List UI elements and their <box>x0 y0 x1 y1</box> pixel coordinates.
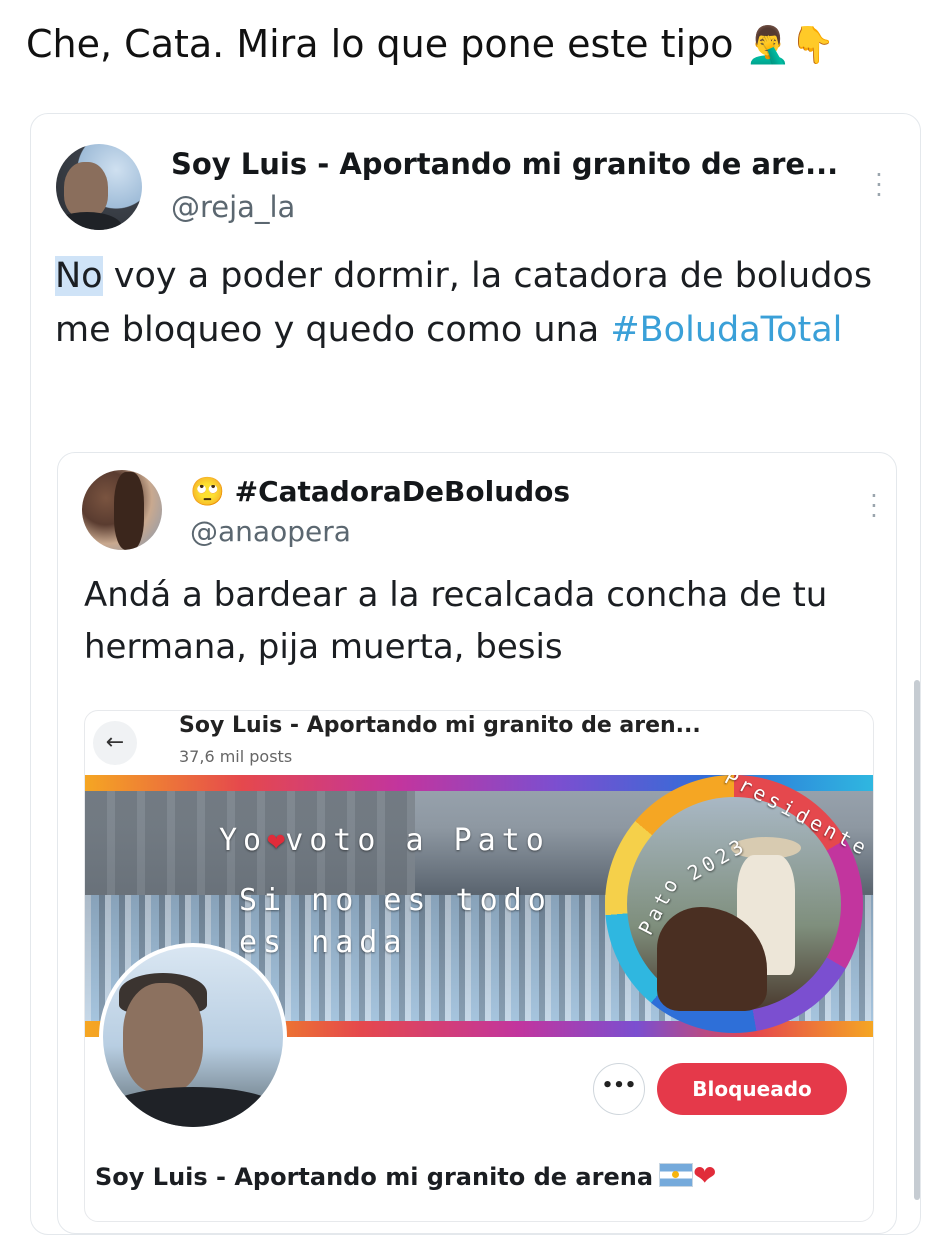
scrollbar[interactable] <box>914 680 920 1200</box>
profile-display-name: Soy Luis - Aportando mi granito de arena… <box>95 1159 717 1192</box>
hashtag-link[interactable]: #BoludaTotal <box>610 310 842 350</box>
heart-icon: ❤ <box>267 823 286 858</box>
quoted-name-text: #CatadoraDeBoludos <box>234 475 571 508</box>
tweet-text: No voy a poder dormir, la catadora de bo… <box>55 249 875 357</box>
blocked-button: Bloqueado <box>657 1063 847 1115</box>
profile-avatar-shirt <box>103 1087 283 1127</box>
outer-tweet-card[interactable]: Soy Luis - Aportando mi granito de are..… <box>30 113 921 1235</box>
highlighted-word: No <box>55 256 103 296</box>
more-vertical-icon[interactable]: · · · <box>869 163 889 207</box>
profile-avatar-face <box>123 983 203 1093</box>
rolling-eyes-emoji-icon: 🙄 <box>190 475 225 508</box>
red-heart-icon: ❤ <box>693 1159 717 1192</box>
avatar[interactable] <box>56 144 142 230</box>
banner-line-1-left: Yo <box>219 823 268 858</box>
banner-line-3: es nada <box>239 925 408 960</box>
quoted-display-name[interactable]: 🙄 #CatadoraDeBoludos <box>190 475 570 508</box>
embedded-profile-title: Soy Luis - Aportando mi granito de aren.… <box>179 713 701 738</box>
more-vertical-icon[interactable]: · · · <box>864 484 884 528</box>
caption: Che, Cata. Mira lo que pone este tipo 🤦‍… <box>26 20 835 70</box>
user-handle[interactable]: @reja_la <box>171 190 295 224</box>
display-name[interactable]: Soy Luis - Aportando mi granito de are..… <box>171 147 838 181</box>
arrow-left-icon[interactable]: ← <box>93 721 137 765</box>
pointing-down-emoji-icon: 👇 <box>790 25 836 66</box>
profile-more-button: ••• <box>593 1063 645 1115</box>
campaign-ring: Presidente Pato 2023 <box>605 775 873 1033</box>
avatar-hair <box>114 472 144 550</box>
caption-text: Che, Cata. Mira lo que pone este tipo <box>26 22 734 66</box>
banner-line-2: Si no es todo <box>239 883 552 918</box>
avatar-shirt <box>56 212 122 230</box>
banner-line-1-right: voto a Pato <box>285 823 550 858</box>
profile-name-text: Soy Luis - Aportando mi granito de arena <box>95 1163 654 1191</box>
facepalm-emoji-icon: 🤦‍♂️ <box>745 25 791 66</box>
quoted-user-handle[interactable]: @anaopera <box>190 515 351 548</box>
profile-avatar <box>99 943 287 1131</box>
embedded-profile-screenshot: ← Soy Luis - Aportando mi granito de are… <box>84 710 874 1222</box>
quoted-tweet-card[interactable]: 🙄 #CatadoraDeBoludos @anaopera · · · Andá … <box>57 452 897 1234</box>
argentina-flag-icon <box>659 1163 694 1187</box>
banner-line-1: Yo❤voto a Pato <box>219 823 550 858</box>
quoted-avatar[interactable] <box>82 470 162 550</box>
avatar-face <box>64 162 108 218</box>
embedded-posts-count: 37,6 mil posts <box>179 747 293 766</box>
quoted-tweet-text: Andá a bardear a la recalcada concha de … <box>84 575 828 667</box>
